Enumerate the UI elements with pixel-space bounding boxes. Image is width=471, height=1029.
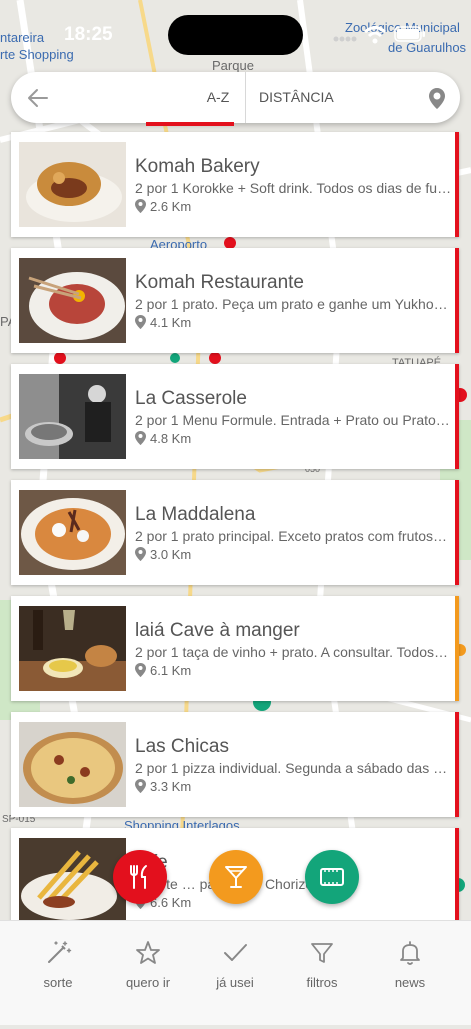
nav-label: sorte <box>43 975 73 990</box>
sort-distance-button[interactable]: DISTÂNCIA <box>247 72 407 123</box>
location-pin-icon <box>135 663 146 677</box>
nav-label: já usei <box>216 975 254 990</box>
category-accent <box>455 480 459 585</box>
restaurant-card[interactable]: La Maddalena 2 por 1 prato principal. Ex… <box>11 480 459 585</box>
restaurant-photo <box>19 606 126 691</box>
back-arrow-icon[interactable] <box>25 85 51 111</box>
restaurant-distance: 3.3 Km <box>150 779 192 794</box>
nav-quero-ir[interactable]: quero ir <box>108 939 188 999</box>
active-sort-indicator <box>146 122 234 126</box>
wifi-icon <box>364 26 386 44</box>
restaurant-photo <box>19 722 126 807</box>
nav-ja-usei[interactable]: já usei <box>195 939 275 999</box>
bottom-navigation: sorte quero ir já usei filtros news <box>0 920 471 1025</box>
food-category-button[interactable] <box>113 850 167 904</box>
status-time: 18:25 <box>64 24 113 45</box>
restaurant-name: Las Chicas <box>135 736 229 757</box>
category-accent <box>455 132 459 237</box>
status-bar: 18:25 <box>0 0 471 68</box>
restaurant-card[interactable]: laiá Cave à manger 2 por 1 taça de vinho… <box>11 596 459 701</box>
restaurant-name: Komah Restaurante <box>135 272 304 293</box>
category-accent <box>455 248 459 353</box>
category-accent <box>455 364 459 469</box>
restaurant-offer: 2 por 1 Korokke + Soft drink. Todos os d… <box>135 180 452 196</box>
magic-wand-icon <box>48 941 72 963</box>
location-pin-icon <box>135 431 146 445</box>
nav-news[interactable]: news <box>370 939 450 999</box>
location-pin-icon <box>135 547 146 561</box>
restaurant-offer: 2 por 1 taça de vinho + prato. A consult… <box>135 644 449 660</box>
restaurant-offer: 2 por 1 prato. Peça um prato e ganhe um … <box>135 296 453 312</box>
star-icon <box>136 941 160 964</box>
restaurant-photo <box>19 490 126 575</box>
restaurant-offer: 2 por 1 pizza individual. Segunda a sába… <box>135 760 453 776</box>
restaurant-name: laiá Cave à manger <box>135 620 300 641</box>
dynamic-island <box>168 15 303 55</box>
nav-filtros[interactable]: filtros <box>282 939 362 999</box>
sort-bar: A-Z DISTÂNCIA <box>11 72 460 123</box>
bell-icon <box>400 941 420 965</box>
divider <box>245 72 246 123</box>
location-pin-icon <box>135 779 146 793</box>
restaurant-offer: 2 por 1 Menu Formule. Entrada + Prato ou… <box>135 412 450 428</box>
restaurant-card[interactable]: Komah Bakery 2 por 1 Korokke + Soft drin… <box>11 132 459 237</box>
restaurant-photo <box>19 142 126 227</box>
restaurant-card[interactable]: Komah Restaurante 2 por 1 prato. Peça um… <box>11 248 459 353</box>
restaurant-offer: 2 por 1 prato principal. Exceto pratos c… <box>135 528 448 544</box>
battery-icon <box>394 26 425 42</box>
restaurant-photo <box>19 258 126 343</box>
cinema-category-button[interactable] <box>305 850 359 904</box>
restaurant-name: Komah Bakery <box>135 156 260 177</box>
restaurant-card[interactable]: Las Chicas 2 por 1 pizza individual. Seg… <box>11 712 459 817</box>
nav-label: news <box>394 975 426 990</box>
restaurant-name: La Maddalena <box>135 504 256 525</box>
restaurant-photo <box>19 838 126 923</box>
restaurant-distance: 4.8 Km <box>150 431 192 446</box>
restaurant-offer: 1 corte … panhar … Chorizo, Filé… <box>135 876 358 892</box>
restaurant-name: La Casserole <box>135 388 247 409</box>
filter-icon <box>311 943 333 963</box>
restaurant-distance: 4.1 Km <box>150 315 192 330</box>
category-accent <box>455 828 459 933</box>
signal-icon <box>333 36 357 42</box>
drinks-category-button[interactable] <box>209 850 263 904</box>
location-pin-icon <box>135 199 146 213</box>
film-ticket-icon <box>320 868 344 886</box>
restaurant-distance: 6.1 Km <box>150 663 192 678</box>
category-accent <box>455 712 459 817</box>
cocktail-icon <box>225 866 247 888</box>
category-accent <box>455 596 459 701</box>
checkmark-icon <box>224 944 247 961</box>
location-pin-icon <box>135 315 146 329</box>
sort-az-button[interactable]: A-Z <box>191 72 245 123</box>
nav-sorte[interactable]: sorte <box>18 939 98 999</box>
restaurant-photo <box>19 374 126 459</box>
restaurant-distance: 2.6 Km <box>150 199 192 214</box>
nav-label: quero ir <box>125 975 171 990</box>
fork-knife-icon <box>130 865 147 889</box>
nav-label: filtros <box>306 975 338 990</box>
restaurant-distance: 3.0 Km <box>150 547 192 562</box>
location-pin-icon[interactable] <box>425 86 449 110</box>
restaurant-card[interactable]: La Casserole 2 por 1 Menu Formule. Entra… <box>11 364 459 469</box>
